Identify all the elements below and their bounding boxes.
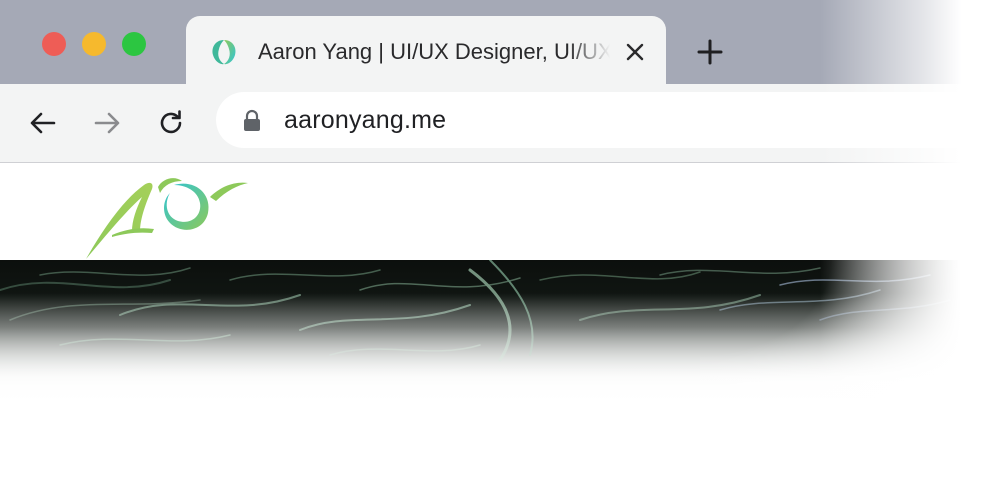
site-header: [0, 163, 1008, 260]
lock-icon[interactable]: [242, 109, 262, 131]
reload-icon[interactable]: [152, 104, 190, 142]
hero-banner-image: [0, 260, 1008, 410]
tab-title: Aaron Yang | UI/UX Designer, UI/UX Devel…: [258, 39, 610, 64]
tab-strip: Aaron Yang | UI/UX Designer, UI/UX Devel…: [0, 0, 1008, 84]
tab-active[interactable]: Aaron Yang | UI/UX Designer, UI/UX Devel…: [186, 16, 666, 84]
url-text[interactable]: aaronyang.me: [284, 104, 446, 136]
ao-logo-icon[interactable]: [82, 171, 252, 261]
site-favicon-icon: [208, 36, 240, 68]
forward-arrow-icon[interactable]: [88, 104, 126, 142]
minimize-window-button[interactable]: [82, 32, 106, 56]
browser-window: Aaron Yang | UI/UX Designer, UI/UX Devel…: [0, 0, 1008, 483]
back-arrow-icon[interactable]: [24, 104, 62, 142]
browser-toolbar: aaronyang.me: [0, 84, 1008, 163]
close-window-button[interactable]: [42, 32, 66, 56]
tab-close-icon[interactable]: [620, 37, 650, 67]
new-tab-plus-icon[interactable]: [692, 34, 728, 70]
address-bar[interactable]: aaronyang.me: [216, 92, 1008, 148]
web-page: [0, 163, 1008, 483]
screenshot-stage: Aaron Yang | UI/UX Designer, UI/UX Devel…: [0, 0, 1008, 483]
maximize-window-button[interactable]: [122, 32, 146, 56]
hero-fade-overlay: [0, 260, 1008, 410]
